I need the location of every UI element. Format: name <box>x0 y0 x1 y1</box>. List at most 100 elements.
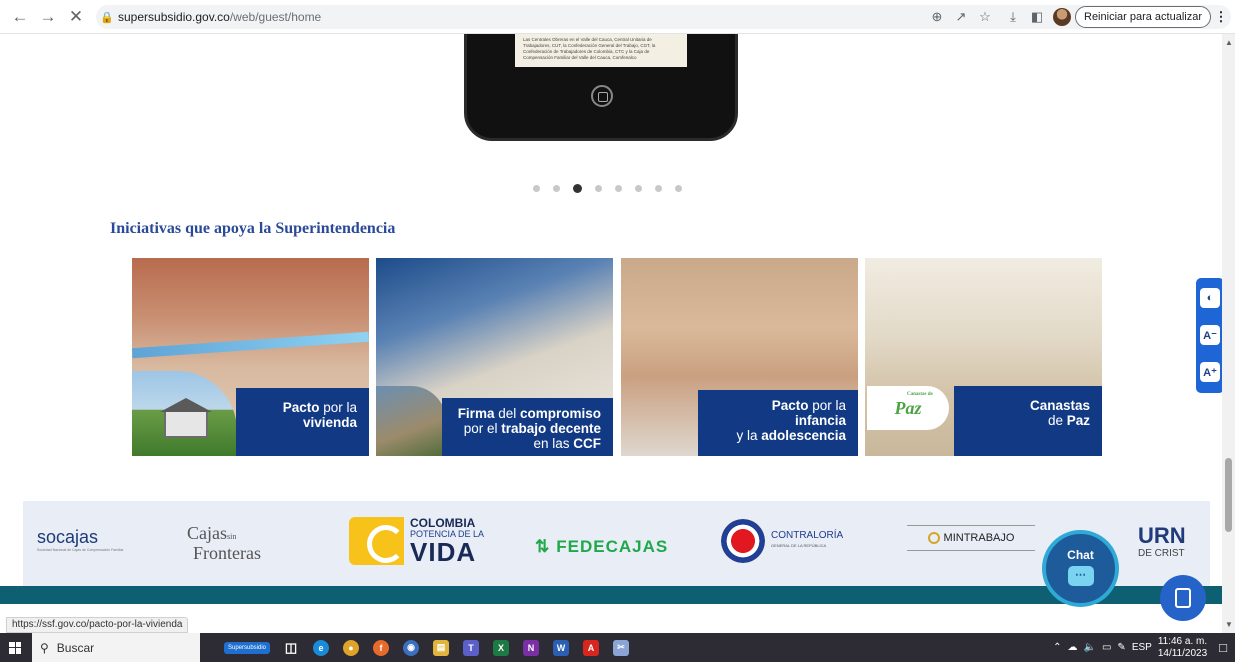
logo-small-text: Canastas de <box>907 392 933 397</box>
url-text[interactable]: supersubsidio.gov.co/web/guest/home <box>118 10 321 24</box>
clock[interactable]: 11:46 a. m. 14/11/2023 <box>1158 636 1207 660</box>
colombia-potencia-vida-logo[interactable]: COLOMBIA POTENCIA DE LA VIDA <box>349 517 484 565</box>
card-title-text: por la <box>808 398 846 413</box>
cajas-sin-text: sin <box>227 532 237 541</box>
socajas-subtext: Sociedad Nacional de Cajas de Compensaci… <box>37 548 124 552</box>
urn-subtext: DE CRIST <box>1138 548 1185 559</box>
contraloria-text: CONTRALORÍA GENERAL DE LA REPÚBLICA <box>771 531 843 551</box>
share-icon[interactable]: ↗ <box>949 5 973 29</box>
card-title-bold: compromiso <box>519 406 601 421</box>
window-icon <box>1175 588 1191 608</box>
carousel-dot[interactable] <box>655 185 662 192</box>
chat-button[interactable]: Chat ⋯ <box>1042 530 1119 607</box>
card-title-bold: Canastas <box>1029 398 1090 413</box>
carousel-dot-active[interactable] <box>573 184 582 193</box>
clock-date: 14/11/2023 <box>1157 647 1208 659</box>
colombia-big: VIDA <box>410 537 477 567</box>
scroll-down-icon[interactable]: ▼ <box>1225 620 1233 629</box>
carousel-dot[interactable] <box>595 185 602 192</box>
carousel-dot[interactable] <box>553 185 560 192</box>
status-bar-url: https://ssf.gov.co/pacto-por-la-vivienda <box>6 617 189 633</box>
taskbar-search[interactable]: ⚲ Buscar <box>32 633 200 662</box>
card-title-bold: trabajo decente <box>501 421 601 436</box>
carousel-dot[interactable] <box>615 185 622 192</box>
card-canastas-paz[interactable]: Canastas de Paz Canastas de Paz <box>865 258 1102 456</box>
edge-icon[interactable]: e <box>306 633 336 662</box>
socajas-logo[interactable]: socajas Sociedad Nacional de Cajas de Co… <box>37 527 124 552</box>
vertical-scrollbar[interactable]: ▲ ▼ <box>1222 34 1235 633</box>
forward-icon[interactable]: → <box>34 3 62 31</box>
firefox-icon[interactable]: f <box>366 633 396 662</box>
contrast-icon[interactable]: ◐ <box>1200 288 1220 308</box>
acrobat-icon[interactable]: A <box>576 633 606 662</box>
lock-icon[interactable]: 🔒 <box>96 11 118 24</box>
zoom-icon[interactable]: ⊕ <box>925 5 949 29</box>
task-view-icon[interactable]: ◫ <box>276 633 306 662</box>
mintrabajo-text: MINTRABAJO <box>943 532 1015 544</box>
profile-avatar[interactable] <box>1053 8 1071 26</box>
contraloria-ring-icon <box>721 519 765 563</box>
chrome-icon[interactable]: ● <box>336 633 366 662</box>
seal-icon <box>927 532 940 544</box>
download-icon[interactable]: ⤓ <box>1001 5 1025 29</box>
chevron-up-icon[interactable]: ⌃ <box>1053 642 1061 653</box>
card-title-text: y la <box>736 428 762 443</box>
battery-icon[interactable]: ▭ <box>1102 642 1111 653</box>
cajas-sin-fronteras-logo[interactable]: Cajassin Fronteras <box>187 524 261 562</box>
partner-logos-strip: socajas Sociedad Nacional de Cajas de Co… <box>23 501 1210 587</box>
carousel-dot[interactable] <box>675 185 682 192</box>
windows-taskbar: ⚲ Buscar Supersubsidio ◫ e ● f ◉ ▤ T X N… <box>0 633 1235 662</box>
font-decrease-button[interactable]: A⁻ <box>1200 325 1220 345</box>
card-banner: Firma del compromiso por el trabajo dece… <box>442 398 613 456</box>
card-title-text: por la <box>319 400 357 415</box>
windows-logo-icon <box>9 641 21 654</box>
snipping-tool-icon[interactable]: ✂ <box>606 633 636 662</box>
back-icon[interactable]: ← <box>6 3 34 31</box>
carousel-dot[interactable] <box>635 185 642 192</box>
close-icon[interactable]: ✕ <box>62 3 90 31</box>
mintrabajo-logo[interactable]: MINTRABAJO <box>907 525 1035 551</box>
font-increase-button[interactable]: A⁺ <box>1200 362 1220 382</box>
notification-icon[interactable]: □ <box>1219 640 1227 655</box>
chat-icon: ⋯ <box>1067 566 1094 586</box>
system-tray: ⌃ ☁ 🔈 ▭ ✎ ESP 11:46 a. m. 14/11/2023 □ <box>1053 633 1235 662</box>
contraloria-logo[interactable]: CONTRALORÍA GENERAL DE LA REPÚBLICA <box>721 519 843 563</box>
scroll-up-icon[interactable]: ▲ <box>1225 38 1233 47</box>
phone-home-button <box>591 85 613 107</box>
taskbar-supersubsidio[interactable]: Supersubsidio <box>218 633 276 662</box>
urn-logo[interactable]: URN DE CRIST <box>1138 525 1186 563</box>
start-button[interactable] <box>0 633 30 662</box>
language-indicator[interactable]: ESP <box>1132 642 1152 653</box>
card-pacto-vivienda[interactable]: Pacto por la vivienda <box>132 258 369 456</box>
colombia-top: COLOMBIA <box>410 516 476 530</box>
scrollbar-thumb[interactable] <box>1225 458 1232 532</box>
word-icon[interactable]: W <box>546 633 576 662</box>
carousel-phone-image[interactable]: Las Centrales Obreras en el Valle del Ca… <box>464 34 738 141</box>
carousel-dot[interactable] <box>533 185 540 192</box>
sidepanel-icon[interactable]: ◧ <box>1025 5 1049 29</box>
excel-icon[interactable]: X <box>486 633 516 662</box>
kebab-icon[interactable]: ⋮ <box>1211 9 1231 25</box>
star-icon[interactable]: ☆ <box>973 5 997 29</box>
card-title-bold: vivienda <box>302 415 357 430</box>
chat-label: Chat <box>1067 548 1094 562</box>
teams-icon[interactable]: T <box>456 633 486 662</box>
contraloria-title: CONTRALORÍA <box>771 530 844 541</box>
app-icon[interactable]: ◉ <box>396 633 426 662</box>
fedecajas-icon: ⇅ <box>535 537 551 556</box>
search-icon: ⚲ <box>40 640 49 655</box>
card-title-bold: Paz <box>1066 413 1090 428</box>
update-button[interactable]: Reiniciar para actualizar <box>1075 6 1211 28</box>
onedrive-icon[interactable]: ☁ <box>1068 642 1078 653</box>
fedecajas-logo[interactable]: ⇅ FEDECAJAS <box>535 537 668 557</box>
url-path: /web/guest/home <box>229 10 322 24</box>
pen-icon[interactable]: ✎ <box>1117 642 1125 653</box>
card-firma-compromiso[interactable]: Firma del compromiso por el trabajo dece… <box>376 258 613 456</box>
card-pacto-infancia[interactable]: Pacto por la infancia y la adolescencia <box>621 258 858 456</box>
volume-icon[interactable]: 🔈 <box>1084 642 1096 653</box>
onenote-icon[interactable]: N <box>516 633 546 662</box>
section-title: Iniciativas que apoya la Superintendenci… <box>110 220 396 237</box>
file-explorer-icon[interactable]: ▤ <box>426 633 456 662</box>
address-bar[interactable]: 🔒 supersubsidio.gov.co/web/guest/home ⊕ … <box>96 5 1231 29</box>
floating-action-button[interactable] <box>1160 575 1206 621</box>
